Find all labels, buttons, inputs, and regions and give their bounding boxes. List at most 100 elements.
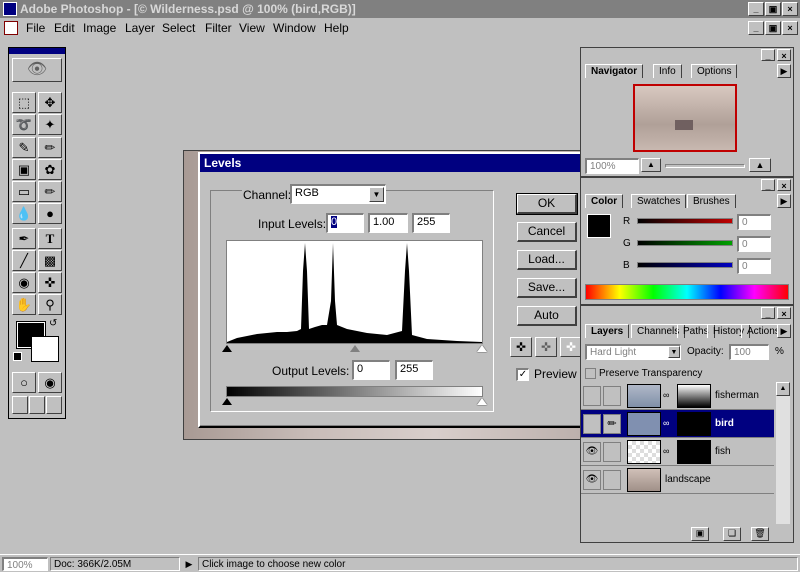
input-gamma-slider[interactable] bbox=[350, 345, 360, 352]
channel-r-slider[interactable] bbox=[637, 218, 733, 224]
magic-wand-icon[interactable]: ✦ bbox=[38, 114, 62, 135]
menu-edit[interactable]: Edit bbox=[54, 21, 75, 35]
lasso-tool-icon[interactable]: ➰ bbox=[12, 114, 36, 135]
quick-mask-icon[interactable]: ◉ bbox=[38, 372, 62, 393]
type-tool-icon[interactable]: T bbox=[38, 228, 62, 249]
standard-mode-icon[interactable]: ○ bbox=[12, 372, 36, 393]
gradient-tool-icon[interactable]: ▩ bbox=[38, 250, 62, 271]
menu-window[interactable]: Window bbox=[273, 21, 316, 35]
channel-g-field[interactable]: 0 bbox=[737, 236, 771, 252]
tab-swatches[interactable]: Swatches bbox=[631, 194, 687, 208]
close-button[interactable]: × bbox=[782, 2, 798, 16]
layer-link-toggle[interactable] bbox=[603, 386, 621, 406]
input-gamma-field[interactable]: 1.00 bbox=[368, 213, 408, 233]
tab-navigator[interactable]: Navigator bbox=[585, 64, 644, 78]
menu-view[interactable]: View bbox=[239, 21, 265, 35]
save-button[interactable]: Save... bbox=[517, 278, 577, 298]
navigator-menu-arrow-icon[interactable]: ▶ bbox=[777, 64, 791, 78]
layer-visibility-toggle[interactable] bbox=[583, 414, 601, 434]
menu-select[interactable]: Select bbox=[162, 21, 195, 35]
layer-row-landscape[interactable]: 👁 landscape bbox=[581, 466, 774, 494]
preserve-transparency-checkbox[interactable] bbox=[585, 368, 596, 379]
swap-colors-icon[interactable]: ↺ bbox=[49, 318, 57, 329]
opacity-field[interactable]: 100 bbox=[729, 344, 769, 360]
color-close-button[interactable]: × bbox=[777, 179, 791, 191]
blend-mode-select[interactable]: Hard Light ▼ bbox=[585, 344, 681, 360]
screen-mode-standard-icon[interactable] bbox=[12, 396, 28, 414]
eye-icon[interactable]: 👁 bbox=[583, 470, 601, 490]
channel-b-field[interactable]: 0 bbox=[737, 258, 771, 274]
channel-b-slider[interactable] bbox=[637, 262, 733, 268]
menu-layer[interactable]: Layer bbox=[125, 21, 155, 35]
move-tool-icon[interactable]: ✥ bbox=[38, 92, 62, 113]
history-brush-icon[interactable]: ✿ bbox=[38, 159, 62, 180]
marquee-tool-icon[interactable]: ⬚ bbox=[12, 92, 36, 113]
preview-checkbox[interactable]: ✓ bbox=[516, 368, 529, 381]
layer-row-fish[interactable]: 👁 ∞ fish bbox=[581, 438, 774, 466]
layer-link-toggle[interactable] bbox=[603, 442, 621, 462]
adobe-eye-icon[interactable]: 👁 bbox=[12, 58, 62, 82]
chevron-down-icon[interactable]: ▼ bbox=[369, 187, 384, 202]
zoom-out-icon[interactable]: ▲ bbox=[641, 158, 661, 172]
load-button[interactable]: Load... bbox=[517, 250, 577, 270]
output-white-field[interactable]: 255 bbox=[395, 360, 433, 380]
tab-color[interactable]: Color bbox=[585, 194, 624, 208]
tab-options[interactable]: Options bbox=[691, 64, 738, 78]
toolbox-titlebar[interactable] bbox=[9, 48, 65, 54]
output-black-slider[interactable] bbox=[222, 398, 232, 405]
airbrush-icon[interactable]: ✎ bbox=[12, 137, 36, 158]
navigator-thumbnail[interactable] bbox=[633, 84, 737, 152]
white-eyedropper-icon[interactable]: ✜ bbox=[560, 337, 582, 357]
layers-menu-arrow-icon[interactable]: ▶ bbox=[777, 324, 791, 338]
status-arrow-icon[interactable]: ▶ bbox=[182, 558, 196, 572]
input-white-slider[interactable] bbox=[477, 345, 487, 352]
status-doc-size[interactable]: Doc: 366K/2.05M bbox=[50, 557, 180, 571]
gray-eyedropper-icon[interactable]: ✜ bbox=[535, 337, 557, 357]
color-fg-swatch[interactable] bbox=[587, 214, 611, 238]
navigator-close-button[interactable]: × bbox=[777, 49, 791, 61]
tab-brushes[interactable]: Brushes bbox=[687, 194, 736, 208]
pencil-icon[interactable]: ✏ bbox=[38, 181, 62, 202]
document-icon[interactable] bbox=[4, 21, 18, 35]
zoom-slider[interactable] bbox=[665, 164, 745, 168]
black-eyedropper-icon[interactable]: ✜ bbox=[510, 337, 532, 357]
channel-select[interactable]: RGB ▼ bbox=[290, 184, 386, 204]
ok-button[interactable]: OK bbox=[516, 193, 578, 215]
menu-filter[interactable]: Filter bbox=[205, 21, 232, 35]
layers-scrollbar-track[interactable] bbox=[776, 396, 790, 524]
layers-scroll-up[interactable]: ▲ bbox=[776, 382, 790, 396]
channel-g-slider[interactable] bbox=[637, 240, 733, 246]
menu-image[interactable]: Image bbox=[83, 21, 116, 35]
output-black-field[interactable]: 0 bbox=[352, 360, 390, 380]
screen-mode-full-icon[interactable] bbox=[46, 396, 62, 414]
new-layer-button[interactable]: ❏ bbox=[723, 527, 741, 541]
zoom-tool-icon[interactable]: ⚲ bbox=[38, 294, 62, 315]
measure-tool-icon[interactable]: ╱ bbox=[12, 250, 36, 271]
layer-visibility-toggle[interactable] bbox=[583, 386, 601, 406]
eraser-icon[interactable]: ▭ bbox=[12, 181, 36, 202]
status-zoom[interactable]: 100% bbox=[2, 557, 48, 571]
paintbrush-icon[interactable]: ✏ bbox=[38, 137, 62, 158]
tab-layers[interactable]: Layers bbox=[585, 324, 630, 338]
dodge-tool-icon[interactable]: ● bbox=[38, 203, 62, 224]
layer-mask-button[interactable]: ▣ bbox=[691, 527, 709, 541]
layer-row-fisherman[interactable]: ∞ fisherman bbox=[581, 382, 774, 410]
color-minimize-button[interactable]: _ bbox=[761, 179, 775, 191]
blend-mode-chevron-icon[interactable]: ▼ bbox=[668, 346, 680, 358]
layers-minimize-button[interactable]: _ bbox=[761, 307, 775, 319]
pen-tool-icon[interactable]: ✒ bbox=[12, 228, 36, 249]
rubber-stamp-icon[interactable]: ▣ bbox=[12, 159, 36, 180]
layer-link-toggle[interactable] bbox=[603, 470, 621, 490]
menu-help[interactable]: Help bbox=[324, 21, 349, 35]
doc-close-button[interactable]: × bbox=[782, 21, 798, 35]
background-color-swatch[interactable] bbox=[31, 336, 59, 362]
doc-restore-button[interactable]: ▣ bbox=[765, 21, 781, 35]
blur-tool-icon[interactable]: 💧 bbox=[12, 203, 36, 224]
navigator-zoom-field[interactable]: 100% bbox=[585, 158, 639, 174]
tab-info[interactable]: Info bbox=[653, 64, 682, 78]
output-white-slider[interactable] bbox=[477, 398, 487, 405]
menu-file[interactable]: File bbox=[26, 21, 45, 35]
app-icon[interactable] bbox=[3, 2, 17, 16]
trash-icon[interactable]: 🗑 bbox=[751, 527, 769, 541]
auto-button[interactable]: Auto bbox=[517, 306, 577, 326]
